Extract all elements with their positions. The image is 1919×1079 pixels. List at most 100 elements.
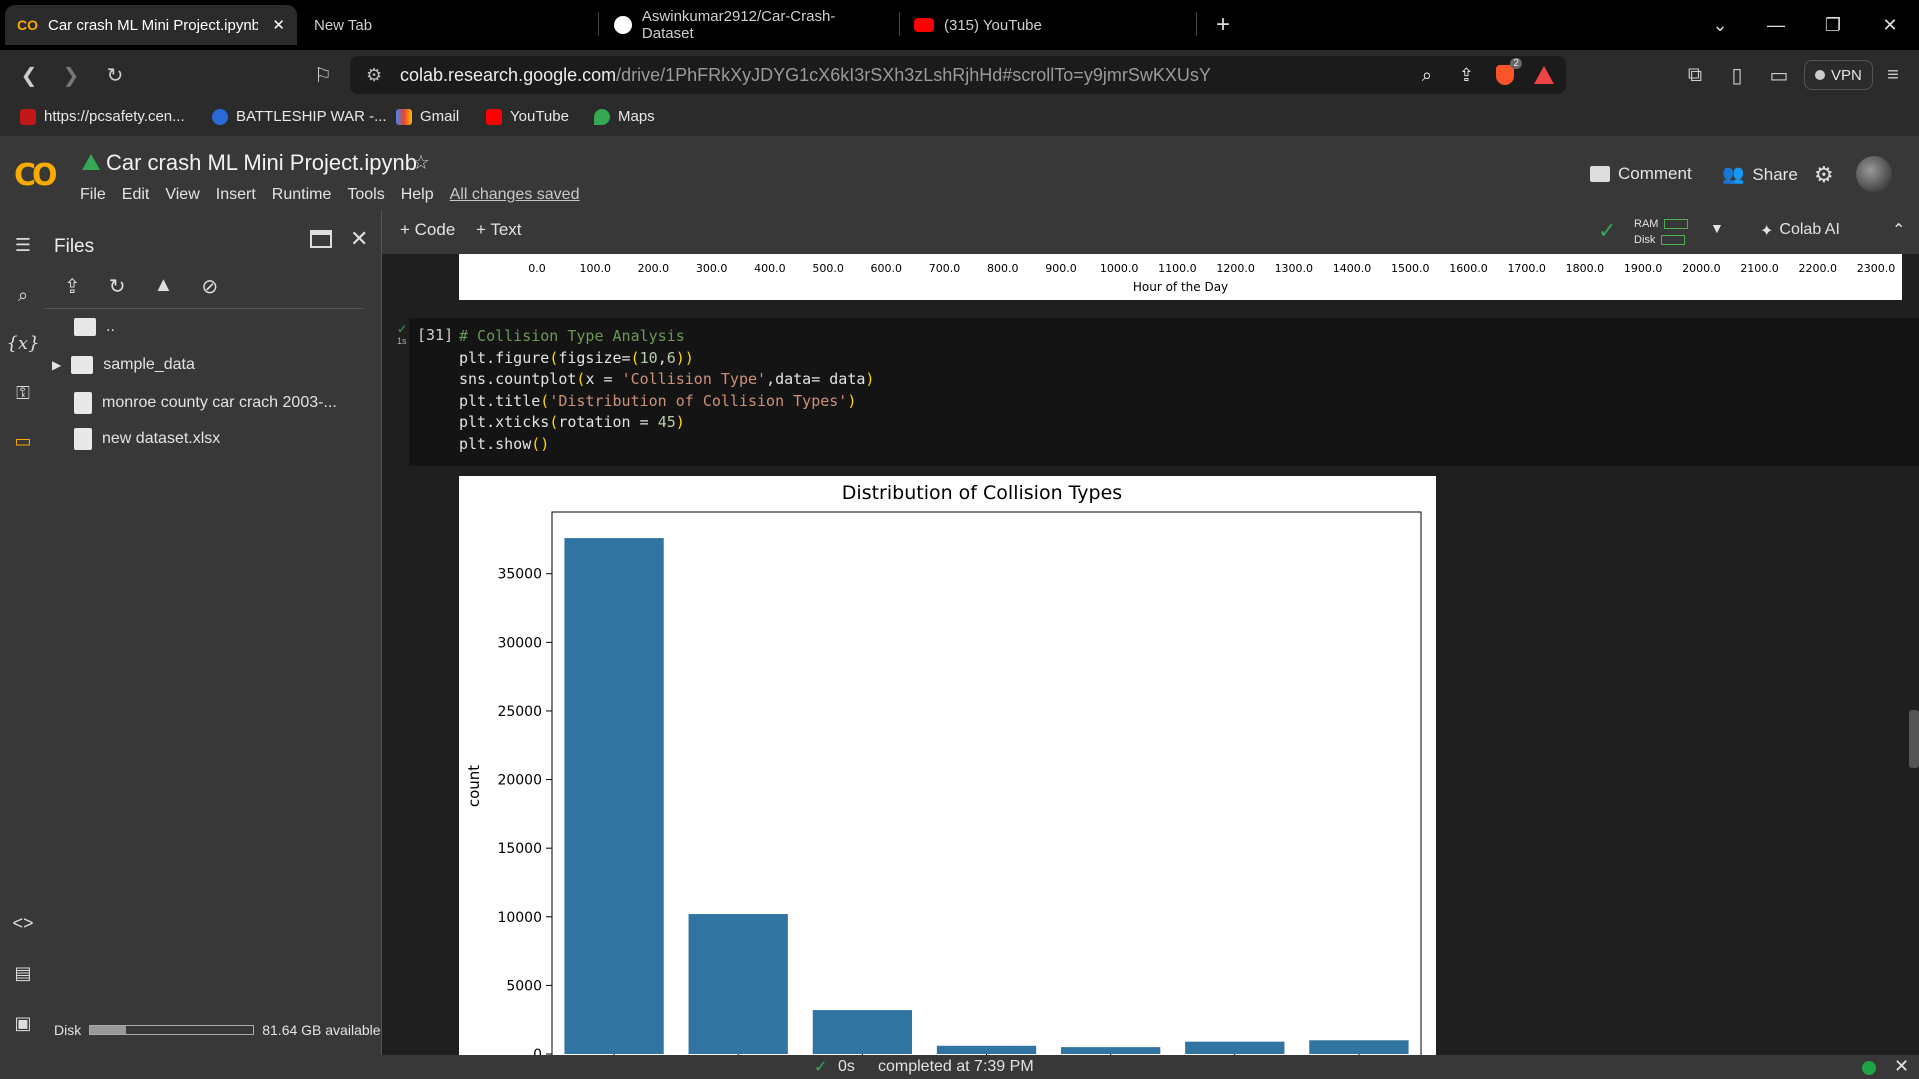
- status-completed[interactable]: completed at 7:39 PM: [878, 1058, 1034, 1076]
- file-item-new-dataset[interactable]: new dataset.xlsx: [74, 428, 220, 450]
- previous-xtick-label: 1400.0: [1332, 262, 1372, 275]
- extensions-icon[interactable]: ⧉: [1680, 60, 1710, 90]
- close-panel-icon[interactable]: ✕: [350, 226, 368, 252]
- menu-file[interactable]: File: [80, 186, 106, 204]
- new-tab-plus-icon[interactable]: +: [1208, 10, 1238, 40]
- notebook-title[interactable]: Car crash ML Mini Project.ipynb: [106, 150, 417, 176]
- variables-icon[interactable]: {x}: [6, 328, 39, 358]
- menu-edit[interactable]: Edit: [122, 186, 150, 204]
- disk-label-small: Disk: [1634, 234, 1656, 246]
- collision-type-chart: Distribution of Collision Types count 0 5…: [465, 482, 1422, 1055]
- menu-runtime[interactable]: Runtime: [272, 186, 332, 204]
- reload-icon[interactable]: ↻: [100, 60, 130, 90]
- code-snippets-icon[interactable]: <>: [8, 908, 38, 938]
- colab-logo[interactable]: CO: [14, 158, 57, 193]
- bar: [1185, 1041, 1285, 1054]
- bar: [688, 914, 788, 1054]
- bar: [812, 1010, 913, 1054]
- add-text-button[interactable]: + Text: [476, 220, 522, 240]
- previous-xtick-label: 1000.0: [1099, 262, 1139, 275]
- expand-arrow-icon[interactable]: ▶: [52, 358, 61, 372]
- site-settings-icon[interactable]: ⚙: [366, 65, 382, 86]
- add-code-button[interactable]: + Code: [400, 220, 455, 240]
- save-status[interactable]: All changes saved: [450, 186, 580, 204]
- star-icon[interactable]: ☆: [412, 150, 430, 175]
- table-of-contents-icon[interactable]: ☰: [8, 230, 38, 260]
- vpn-button[interactable]: VPN: [1804, 60, 1873, 90]
- tab-github[interactable]: Aswinkumar2912/Car-Crash-Dataset: [602, 5, 898, 45]
- code-cell[interactable]: ✓ 1s [31] # Collision Type Analysis plt.…: [397, 318, 1919, 466]
- wallet-icon[interactable]: ▭: [1764, 60, 1794, 90]
- search-icon[interactable]: ⌕: [8, 280, 38, 310]
- bookmark-pcsafety[interactable]: https://pcsafety.cen...: [20, 108, 185, 125]
- collapse-toolbar-icon[interactable]: ⌃: [1892, 220, 1905, 240]
- file-item-monroe[interactable]: monroe county car crach 2003-...: [74, 392, 337, 414]
- execution-count: [31]: [417, 326, 454, 344]
- menu-insert[interactable]: Insert: [216, 186, 256, 204]
- mount-drive-icon[interactable]: ▲: [154, 274, 174, 299]
- runtime-connected-dot-icon: [1862, 1061, 1876, 1075]
- previous-xtick-label: 2300.0: [1856, 262, 1896, 275]
- files-folder-icon[interactable]: ▭: [8, 426, 38, 456]
- close-tab-icon[interactable]: ✕: [272, 16, 285, 34]
- files-toolbar: ⇪ ↻ ▲ ⊘: [64, 274, 218, 299]
- zoom-icon[interactable]: ⌕: [1422, 65, 1432, 86]
- tab-title: (315) YouTube: [944, 16, 1042, 34]
- sidebar-toggle-icon[interactable]: ▯: [1722, 60, 1752, 90]
- browser-menu-icon[interactable]: ≡: [1878, 60, 1908, 90]
- forward-icon[interactable]: ❯: [56, 60, 86, 90]
- close-statusbar-icon[interactable]: ✕: [1894, 1056, 1909, 1077]
- shield-badge: 2: [1510, 58, 1522, 69]
- minimize-icon[interactable]: —: [1761, 10, 1791, 40]
- comment-button[interactable]: Comment: [1590, 164, 1692, 184]
- tab-new-tab[interactable]: New Tab: [302, 5, 592, 45]
- restore-icon[interactable]: ❐: [1818, 10, 1848, 40]
- previous-xlabel: Hour of the Day: [1132, 280, 1229, 294]
- bookmark-icon[interactable]: ⚐: [308, 60, 338, 90]
- gmail-icon: [396, 108, 412, 125]
- previous-xtick-label: 2000.0: [1682, 262, 1721, 275]
- colab-ai-button[interactable]: ✦ Colab AI: [1760, 221, 1840, 241]
- bookmark-youtube[interactable]: YouTube: [486, 108, 569, 125]
- avatar[interactable]: [1856, 156, 1892, 192]
- bookmark-label: YouTube: [510, 108, 569, 125]
- disk-available: 81.64 GB available: [262, 1022, 381, 1038]
- menu-help[interactable]: Help: [401, 186, 434, 204]
- bookmark-battleship[interactable]: BATTLESHIP WAR -...: [212, 108, 387, 125]
- brave-shield-icon[interactable]: [1496, 65, 1514, 85]
- address-bar[interactable]: ⚙ colab.research.google.com/drive/1PhFRk…: [350, 56, 1566, 94]
- tab-colab-notebook[interactable]: CO Car crash ML Mini Project.ipynb ✕: [5, 5, 297, 45]
- share-button[interactable]: 👥 Share: [1722, 164, 1798, 185]
- back-icon[interactable]: ❮: [14, 60, 44, 90]
- settings-gear-icon[interactable]: ⚙: [1814, 162, 1834, 188]
- upload-file-icon[interactable]: ⇪: [64, 274, 81, 299]
- tab-youtube[interactable]: (315) YouTube: [902, 5, 1192, 45]
- file-name: new dataset.xlsx: [102, 430, 221, 447]
- disk-bar: [1661, 235, 1686, 245]
- previous-xtick-label: 700.0: [928, 262, 961, 275]
- bookmark-maps[interactable]: Maps: [594, 108, 655, 125]
- previous-xtick-label: 900.0: [1045, 262, 1077, 275]
- tab-search-chevron-icon[interactable]: ⌄: [1705, 10, 1735, 40]
- youtube-icon: [914, 18, 934, 32]
- menu-tools[interactable]: Tools: [347, 186, 384, 204]
- hide-files-icon[interactable]: ⊘: [201, 274, 218, 299]
- secrets-key-icon[interactable]: ⚿: [8, 378, 38, 408]
- close-window-icon[interactable]: ✕: [1875, 10, 1905, 40]
- command-palette-icon[interactable]: ▤: [8, 958, 38, 988]
- scrollbar-thumb[interactable]: [1909, 710, 1919, 768]
- file-item-parent[interactable]: ..: [74, 318, 115, 336]
- runtime-dropdown-icon[interactable]: ▼: [1710, 220, 1724, 236]
- file-item-sample-data[interactable]: ▶ sample_data: [52, 356, 195, 374]
- resource-monitor[interactable]: RAM Disk: [1634, 216, 1689, 248]
- tab-title: New Tab: [314, 16, 373, 34]
- bookmark-gmail[interactable]: Gmail: [396, 108, 459, 125]
- code-editor[interactable]: # Collision Type Analysis plt.figure(fig…: [459, 326, 874, 455]
- brave-rewards-icon[interactable]: [1534, 66, 1554, 84]
- open-in-tab-icon[interactable]: [310, 230, 332, 248]
- bar: [1309, 1040, 1409, 1054]
- terminal-icon[interactable]: ▣: [8, 1008, 38, 1038]
- share-page-icon[interactable]: ⇪: [1459, 65, 1474, 86]
- refresh-icon[interactable]: ↻: [109, 274, 126, 299]
- menu-view[interactable]: View: [165, 186, 199, 204]
